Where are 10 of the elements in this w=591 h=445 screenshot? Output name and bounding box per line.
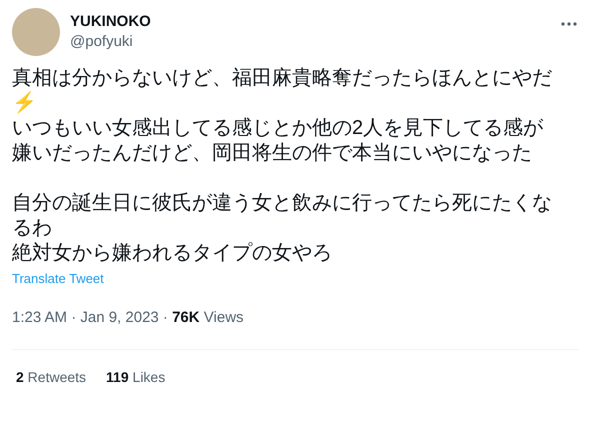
tweet-text: 絶対女から嫌われるタイプの女やろ xyxy=(12,241,333,266)
stat-link[interactable]: 119 Likes xyxy=(106,367,166,388)
timestamp-text: 1:23 AM · Jan 9, 2023 · 76K Views xyxy=(12,308,244,328)
more-icon[interactable] xyxy=(561,22,577,26)
tweet-text: 真相は分からないけど、福田麻貴略奪だったらほんとにやだ⚡ xyxy=(12,66,553,116)
tweet-text: いつもいい女感出してる感じとか他の2人を見下してる感が嫌いだったんだけど、岡田将生の件で本当にいやになった xyxy=(12,116,544,166)
stat-link[interactable]: 2 Retweets xyxy=(16,367,86,388)
author-name[interactable]: YUKINOKO xyxy=(70,12,151,32)
tweet-text: 自分の誕生日に彼氏が違う女と飲みに行ってたら死にたくなるわ xyxy=(12,191,553,241)
author-handle[interactable]: @pofyuki xyxy=(70,32,151,52)
